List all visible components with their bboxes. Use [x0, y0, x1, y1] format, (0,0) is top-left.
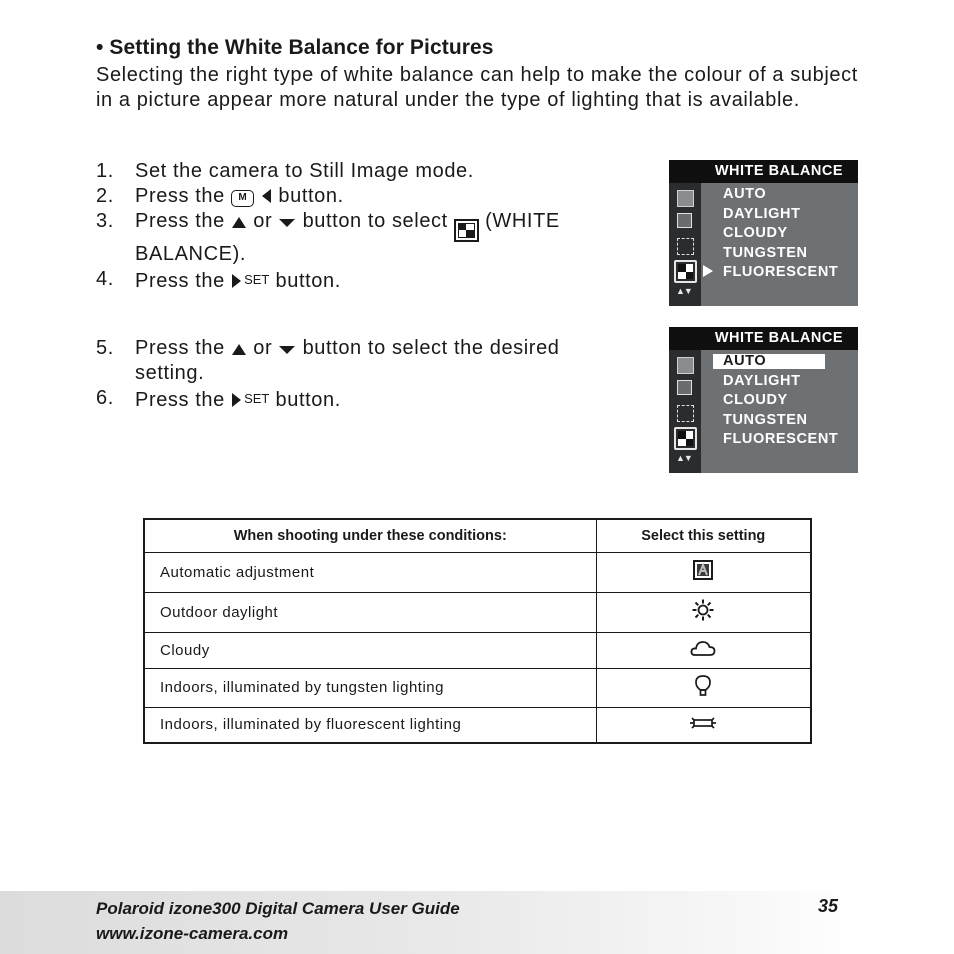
steps-list-2: 5. Press the or button to select the des…: [96, 336, 625, 413]
step-text: Press the: [135, 389, 225, 411]
step-1: 1. Set the camera to Still Image mode.: [96, 159, 625, 184]
table-row: Indoors, illuminated by fluorescent ligh…: [143, 706, 812, 744]
header-conditions: When shooting under these conditions:: [143, 518, 597, 553]
quality-icon: [677, 213, 692, 228]
sharpness-icon: [677, 405, 694, 422]
footer-title: Polaroid izone300 Digital Camera User Gu…: [96, 899, 460, 918]
table-row: Outdoor daylight: [143, 591, 812, 633]
step-text: or: [253, 337, 273, 359]
white-balance-icon: [674, 427, 697, 450]
up-down-nav-icon: ▲▼: [676, 286, 693, 296]
step-number: 5.: [96, 337, 114, 359]
footer-url[interactable]: www.izone-camera.com: [96, 924, 288, 944]
lcd-options: AUTO DAYLIGHT CLOUDY TUNGSTEN FLUORESCEN…: [712, 352, 838, 450]
setting-cell: [595, 551, 812, 593]
step-text: button.: [278, 185, 344, 207]
lcd-option-tungsten[interactable]: TUNGSTEN: [723, 244, 838, 264]
lcd-option-auto[interactable]: AUTO: [723, 185, 838, 205]
step-2: 2. Press the M button.: [96, 184, 625, 209]
bulb-icon: [695, 674, 712, 696]
up-arrow-icon: [232, 217, 247, 228]
step-text: button.: [275, 389, 341, 411]
table-header-row: When shooting under these conditions: Se…: [143, 518, 812, 553]
step-text: Press the: [135, 210, 225, 232]
step-text: or: [253, 210, 273, 232]
step-number: 3.: [96, 210, 114, 232]
auto-wb-icon: [693, 560, 714, 580]
down-arrow-icon: [279, 346, 296, 354]
step-3: 3. Press the or button to select (WHITE …: [96, 209, 625, 267]
setting-cell: [595, 631, 812, 669]
cloud-icon: [690, 641, 716, 656]
image-size-icon: [677, 190, 694, 207]
condition-cell: Cloudy: [143, 631, 597, 669]
white-balance-icon: [453, 218, 479, 242]
section-heading: • Setting the White Balance for Pictures: [96, 36, 494, 59]
step-5: 5. Press the or button to select the des…: [96, 336, 625, 386]
lcd-option-cloudy[interactable]: CLOUDY: [723, 224, 838, 244]
fluorescent-tube-icon: [690, 717, 717, 729]
sharpness-icon: [677, 238, 694, 255]
lcd-title: WHITE BALANCE: [669, 160, 858, 183]
lcd-option-fluorescent[interactable]: FLUORESCENT: [723, 263, 838, 283]
selection-pointer-icon: [703, 265, 713, 277]
page-number: 35: [818, 896, 839, 916]
header-setting: Select this setting: [595, 518, 812, 553]
white-balance-icon: [674, 260, 697, 283]
lcd-title: WHITE BALANCE: [669, 327, 858, 350]
lcd-screen-fluorescent-pointer: WHITE BALANCE ▲▼ AUTO DAYLIGHT CLOUDY TU…: [669, 160, 858, 306]
condition-cell: Automatic adjustment: [143, 551, 597, 593]
step-text: Set the camera to Still Image mode.: [135, 160, 474, 182]
step-4: 4. Press the SET button.: [96, 267, 625, 294]
intro-paragraph: Selecting the right type of white balanc…: [96, 64, 858, 111]
step-number: 6.: [96, 387, 114, 409]
setting-cell: [595, 667, 812, 708]
condition-cell: Indoors, illuminated by tungsten lightin…: [143, 667, 597, 708]
step-number: 4.: [96, 267, 114, 290]
lcd-options: AUTO DAYLIGHT CLOUDY TUNGSTEN FLUORESCEN…: [723, 185, 838, 283]
step-6: 6. Press the SET button.: [96, 386, 625, 413]
image-size-icon: [677, 357, 694, 374]
set-label: SET: [244, 391, 270, 406]
step-text: button.: [275, 269, 341, 292]
table-row: Automatic adjustment: [143, 551, 812, 593]
condition-cell: Indoors, illuminated by fluorescent ligh…: [143, 706, 597, 744]
table-row: Cloudy: [143, 631, 812, 669]
set-label: SET: [244, 271, 270, 287]
lcd-menu-sidebar: ▲▼: [669, 350, 701, 473]
lcd-option-cloudy[interactable]: CLOUDY: [723, 391, 838, 411]
lcd-option-daylight[interactable]: DAYLIGHT: [723, 205, 838, 225]
right-arrow-icon: [232, 393, 242, 407]
lcd-option-auto[interactable]: AUTO: [712, 352, 838, 372]
up-arrow-icon: [232, 344, 247, 355]
step-text: Press the: [135, 185, 225, 207]
setting-cell: [595, 706, 812, 744]
table-row: Indoors, illuminated by tungsten lightin…: [143, 667, 812, 708]
step-text: button to select: [302, 210, 448, 232]
quality-icon: [677, 380, 692, 395]
lcd-option-tungsten[interactable]: TUNGSTEN: [723, 411, 838, 431]
step-text: Press the: [135, 269, 225, 292]
lcd-screen-auto-highlighted: WHITE BALANCE ▲▼ AUTO DAYLIGHT CLOUDY TU…: [669, 327, 858, 473]
left-arrow-icon: [262, 189, 272, 203]
lcd-option-fluorescent[interactable]: FLUORESCENT: [723, 430, 838, 450]
lcd-menu-sidebar: ▲▼: [669, 183, 701, 306]
step-number: 1.: [96, 160, 114, 182]
right-arrow-icon: [232, 273, 242, 288]
steps-list-1: 1. Set the camera to Still Image mode. 2…: [96, 159, 625, 294]
down-arrow-icon: [279, 219, 296, 227]
lcd-option-daylight[interactable]: DAYLIGHT: [723, 372, 838, 392]
white-balance-table: When shooting under these conditions: Se…: [143, 518, 812, 744]
condition-cell: Outdoor daylight: [143, 591, 597, 633]
step-number: 2.: [96, 185, 114, 207]
sun-icon: [692, 599, 714, 621]
up-down-nav-icon: ▲▼: [676, 453, 693, 463]
page-footer: Polaroid izone300 Digital Camera User Gu…: [0, 891, 954, 954]
menu-m-button-icon: M: [231, 190, 255, 207]
step-text: Press the: [135, 337, 225, 359]
setting-cell: [595, 591, 812, 633]
